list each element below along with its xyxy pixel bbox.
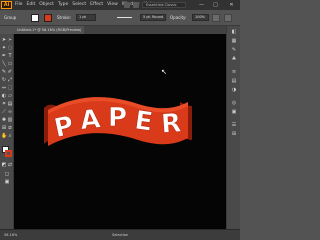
direct-selection-tool-icon[interactable]: ➢ [7,37,13,43]
status-bar: 56.16% Selection [0,229,240,240]
appearance-panel-icon[interactable]: ◎ [231,101,237,106]
column-graph-tool-icon[interactable]: ▥ [7,117,13,123]
stroke-color-box[interactable] [5,150,12,157]
blend-tool-icon[interactable]: ∞ [7,109,13,115]
workspace-switcher[interactable]: Essentials Classic [142,2,186,8]
minimize-button[interactable]: — [196,0,207,10]
gradient-tool-icon[interactable]: ▤ [7,101,13,107]
pencil-tool-icon[interactable]: ✐ [7,69,13,75]
layers-panel-icon[interactable]: ☰ [231,123,237,128]
more-options-button[interactable] [224,14,232,22]
maximize-button[interactable]: □ [210,0,221,10]
gradient-panel-icon[interactable]: ▤ [231,79,237,84]
type-tool-icon[interactable]: T [7,53,13,59]
menu-object[interactable]: Object [39,0,54,10]
menu-edit[interactable]: Edit [27,0,36,10]
swatches-panel-icon[interactable]: ▦ [231,39,237,44]
document-tab-bar: Untitled-1* @ 56.16% (RGB/Preview) [14,26,226,34]
menu-select[interactable]: Select [72,0,86,10]
ribbon-letter-p2: P [108,103,127,133]
menu-effect[interactable]: Effect [90,0,103,10]
scale-tool-icon[interactable]: ⤢ [7,77,13,83]
variable-width-profile[interactable] [117,17,132,18]
bridge-icon[interactable] [133,2,139,8]
collapsed-panels-dock: ◧ ▦ ✎ ♣ ≡ ▤ ◑ ◎ ▣ ☰ ⊞ [226,26,240,229]
menu-type[interactable]: Type [58,0,68,10]
swap-colors-icon[interactable]: ⇄ [7,162,13,168]
control-bar: Group Stroke: 1 pt 5 pt. Round Opacity: … [0,10,240,26]
stroke-swatch[interactable] [44,14,52,22]
transparency-panel-icon[interactable]: ◑ [231,88,237,93]
arrange-documents-icon[interactable] [124,2,130,8]
opacity-field[interactable]: 100% [192,14,209,21]
screen-mode-icon[interactable]: ▣ [4,179,10,185]
app-bar: Ai File Edit Object Type Select Effect V… [0,0,240,10]
brushes-panel-icon[interactable]: ✎ [231,48,237,53]
slice-tool-icon[interactable]: ⧄ [7,125,13,131]
zoom-level[interactable]: 56.16% [4,233,17,237]
app-logo: Ai [1,1,12,9]
current-tool-label: Selection [112,233,129,237]
symbols-panel-icon[interactable]: ♣ [231,57,237,62]
menu-file[interactable]: File [15,0,23,10]
mouse-cursor-icon: ↖ [161,68,167,76]
stroke-label: Stroke: [57,15,72,20]
free-transform-tool-icon[interactable]: ⬚ [7,85,13,91]
selection-type-label: Group [4,15,17,20]
paper-ribbon-artwork[interactable]: P A P E R [38,92,198,154]
menu-view[interactable]: View [107,0,118,10]
stroke-panel-icon[interactable]: ≡ [231,70,237,75]
artboard-canvas[interactable]: ↖ P A P E R [14,34,226,229]
brush-definition-field[interactable]: 5 pt. Round [140,14,166,21]
close-button[interactable]: ✕ [226,0,237,10]
fill-swatch[interactable] [31,14,39,22]
tools-panel: ➤ ➢ ✦ ◌ ✒ T ╲ ▭ ✎ ✐ ↻ ⤢ ⇔ ⬚ ◐ ▱ ⌗ ▤ ⟋ ∞ … [0,34,14,229]
ribbon-letter-a: A [79,104,102,136]
opacity-label: Opacity: [170,15,187,20]
lasso-tool-icon[interactable]: ◌ [7,45,13,51]
style-button[interactable] [212,14,220,22]
artboards-panel-icon[interactable]: ⊞ [231,132,237,137]
zoom-tool-icon[interactable]: ⌕ [7,133,13,139]
rectangle-tool-icon[interactable]: ▭ [7,61,13,67]
document-tab[interactable]: Untitled-1* @ 56.16% (RGB/Preview) [14,26,84,34]
perspective-tool-icon[interactable]: ▱ [7,93,13,99]
drawing-mode-icon[interactable]: ◻ [4,171,10,177]
graphic-styles-panel-icon[interactable]: ▣ [231,110,237,115]
ribbon-letter-r: R [160,108,182,139]
stroke-width-field[interactable]: 1 pt [76,14,96,21]
color-panel-icon[interactable]: ◧ [231,30,237,35]
